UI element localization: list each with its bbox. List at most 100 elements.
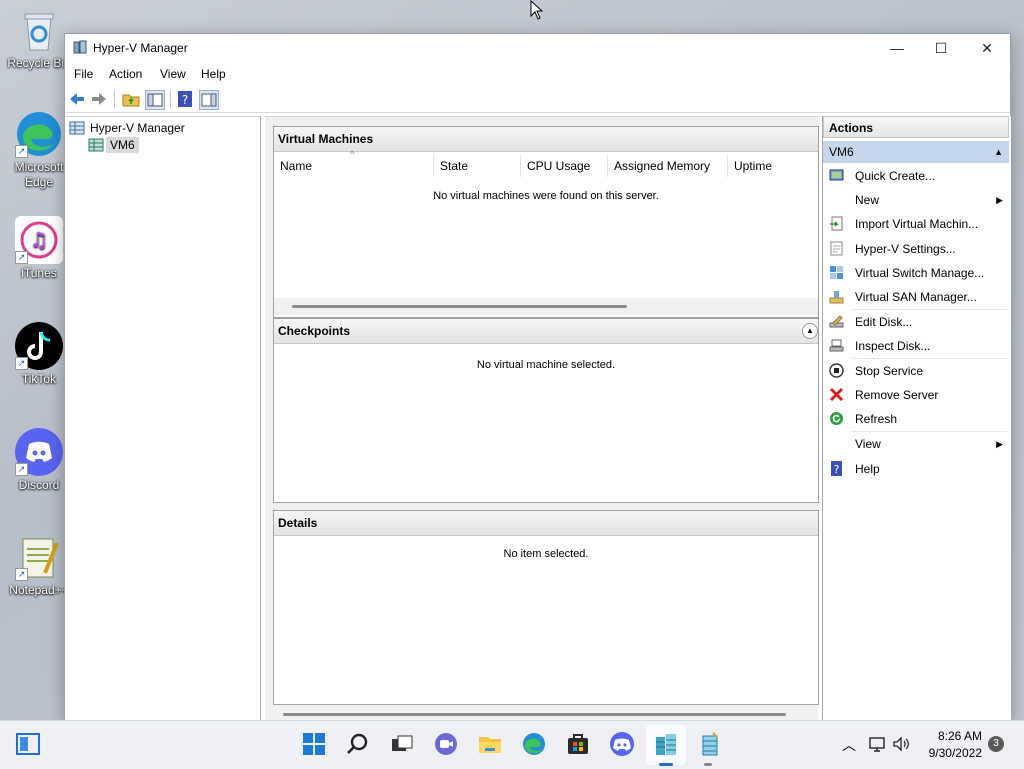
virtual-machines-panel: Virtual Machines ^ Name State CPU Usage … <box>273 126 819 318</box>
search-icon[interactable] <box>345 731 371 757</box>
help-icon[interactable]: ? <box>176 90 194 108</box>
action-refresh[interactable]: Refresh <box>823 408 1009 430</box>
actions-section-vm6[interactable]: VM6 ▲ <box>823 141 1009 163</box>
center-pane: Virtual Machines ^ Name State CPU Usage … <box>265 116 819 721</box>
mouse-cursor-icon <box>530 0 544 20</box>
checkpoints-title: Checkpoints <box>278 324 351 338</box>
title-bar[interactable]: Hyper-V Manager — ☐ ✕ <box>65 34 1010 62</box>
action-new[interactable]: New ▶ <box>823 189 1009 211</box>
remove-icon <box>829 387 844 402</box>
network-icon[interactable] <box>868 735 886 753</box>
hyperv-tree-icon <box>69 121 85 135</box>
edit-disk-icon <box>829 314 844 329</box>
section-collapse-icon[interactable]: ▲ <box>994 141 1003 163</box>
action-virtual-san-manager[interactable]: Virtual SAN Manager... <box>823 286 1009 308</box>
console-tree: Hyper-V Manager VM6 <box>65 116 261 721</box>
sort-ascending-icon: ^ <box>350 149 355 159</box>
start-windows-icon[interactable] <box>301 731 327 757</box>
hyperv-manager-window: Hyper-V Manager — ☐ ✕ File Action View H… <box>64 33 1011 722</box>
menu-help[interactable]: Help <box>201 67 226 81</box>
action-view[interactable]: View ▶ <box>823 433 1009 455</box>
checkpoints-panel: Checkpoints ▲ No virtual machine selecte… <box>273 318 819 503</box>
stop-icon <box>829 363 844 378</box>
notification-badge[interactable]: 3 <box>988 736 1004 752</box>
file-explorer-icon[interactable] <box>477 731 503 757</box>
toolbar: ? <box>65 86 1010 113</box>
edge-taskbar-icon[interactable] <box>521 731 547 757</box>
server-app-taskbar-icon[interactable] <box>697 731 723 757</box>
teams-chat-icon[interactable] <box>433 731 459 757</box>
action-remove-server[interactable]: Remove Server <box>823 384 1009 406</box>
itunes-icon: ♫ ↗ <box>15 216 63 264</box>
refresh-icon <box>829 411 844 426</box>
action-import-virtual-machine[interactable]: Import Virtual Machin... <box>823 213 1009 235</box>
menu-view[interactable]: View <box>160 67 186 81</box>
window-title: Hyper-V Manager <box>93 41 188 55</box>
running-app-indicator <box>704 763 712 766</box>
notepadpp-icon: ↗ <box>15 533 63 581</box>
import-icon <box>829 216 844 231</box>
discord-icon: ↗ <box>15 428 63 476</box>
taskbar: ︿ 8:26 AM 9/30/2022 3 <box>0 720 1024 769</box>
show-hide-action-pane-icon[interactable] <box>199 90 219 110</box>
center-scroll-thumb[interactable] <box>283 713 786 716</box>
vm-empty-message: No virtual machines were found on this s… <box>433 190 659 202</box>
close-button[interactable]: ✕ <box>964 34 1010 62</box>
collapse-chevron-icon[interactable]: ▲ <box>802 323 818 339</box>
task-view-icon[interactable] <box>389 731 415 757</box>
menu-bar: File Action View Help <box>65 62 1010 86</box>
widgets-icon[interactable] <box>15 731 41 757</box>
menu-action[interactable]: Action <box>109 67 142 81</box>
tree-item-vm6[interactable]: VM6 <box>106 137 139 153</box>
column-uptime[interactable]: Uptime <box>734 159 772 173</box>
quick-create-icon <box>829 168 844 183</box>
active-app-indicator <box>659 763 673 766</box>
hyperv-app-icon <box>73 40 87 54</box>
actions-pane: Actions VM6 ▲ Quick Create... New ▶ Impo… <box>822 116 1011 720</box>
checkpoints-empty-message: No virtual machine selected. <box>476 359 616 371</box>
column-assigned-memory[interactable]: Assigned Memory <box>614 159 710 173</box>
edge-icon: ↗ <box>15 110 63 158</box>
action-virtual-switch-manager[interactable]: Virtual Switch Manage... <box>823 262 1009 284</box>
svg-text:?: ? <box>182 93 188 107</box>
up-folder-icon[interactable] <box>122 90 140 108</box>
hyperv-manager-taskbar-icon[interactable] <box>653 731 679 757</box>
action-edit-disk[interactable]: Edit Disk... <box>823 311 1009 333</box>
action-inspect-disk[interactable]: Inspect Disk... <box>823 335 1009 357</box>
discord-taskbar-icon[interactable] <box>609 731 635 757</box>
back-arrow-icon[interactable] <box>68 90 86 108</box>
inspect-disk-icon <box>829 338 844 353</box>
details-panel: Details No item selected. <box>273 510 819 705</box>
show-hide-console-tree-icon[interactable] <box>145 90 165 110</box>
san-icon <box>829 289 844 304</box>
show-hidden-icons-chevron-icon[interactable]: ︿ <box>842 735 856 755</box>
clock-time[interactable]: 8:26 AM <box>926 729 982 743</box>
volume-icon[interactable] <box>892 735 910 753</box>
clock-date[interactable]: 9/30/2022 <box>922 746 982 760</box>
checkpoints-header: Checkpoints ▲ <box>274 319 818 344</box>
actions-section-label: VM6 <box>829 145 854 159</box>
menu-file[interactable]: File <box>74 67 93 81</box>
maximize-button[interactable]: ☐ <box>918 34 964 62</box>
tiktok-icon: ↗ <box>15 322 63 370</box>
action-help[interactable]: ? Help <box>823 458 1009 480</box>
help-icon: ? <box>829 461 844 476</box>
column-name[interactable]: Name <box>280 159 312 173</box>
tree-root-hyperv-manager[interactable]: Hyper-V Manager <box>90 121 185 135</box>
svg-text:♫: ♫ <box>30 228 48 252</box>
vm-scroll-thumb[interactable] <box>292 305 627 308</box>
column-cpu-usage[interactable]: CPU Usage <box>527 159 590 173</box>
forward-arrow-icon[interactable] <box>90 90 108 108</box>
details-empty-message: No item selected. <box>503 548 589 560</box>
action-quick-create[interactable]: Quick Create... <box>823 165 1009 187</box>
actions-header: Actions <box>823 116 1009 138</box>
action-stop-service[interactable]: Stop Service <box>823 360 1009 382</box>
column-state[interactable]: State <box>440 159 468 173</box>
details-header: Details <box>274 511 818 536</box>
submenu-arrow-icon: ▶ <box>996 195 1003 205</box>
action-hyperv-settings[interactable]: Hyper-V Settings... <box>823 238 1009 260</box>
vm-horizontal-scrollbar[interactable] <box>274 298 818 315</box>
store-icon[interactable] <box>565 731 591 757</box>
settings-icon <box>829 241 844 256</box>
minimize-button[interactable]: — <box>874 34 920 62</box>
